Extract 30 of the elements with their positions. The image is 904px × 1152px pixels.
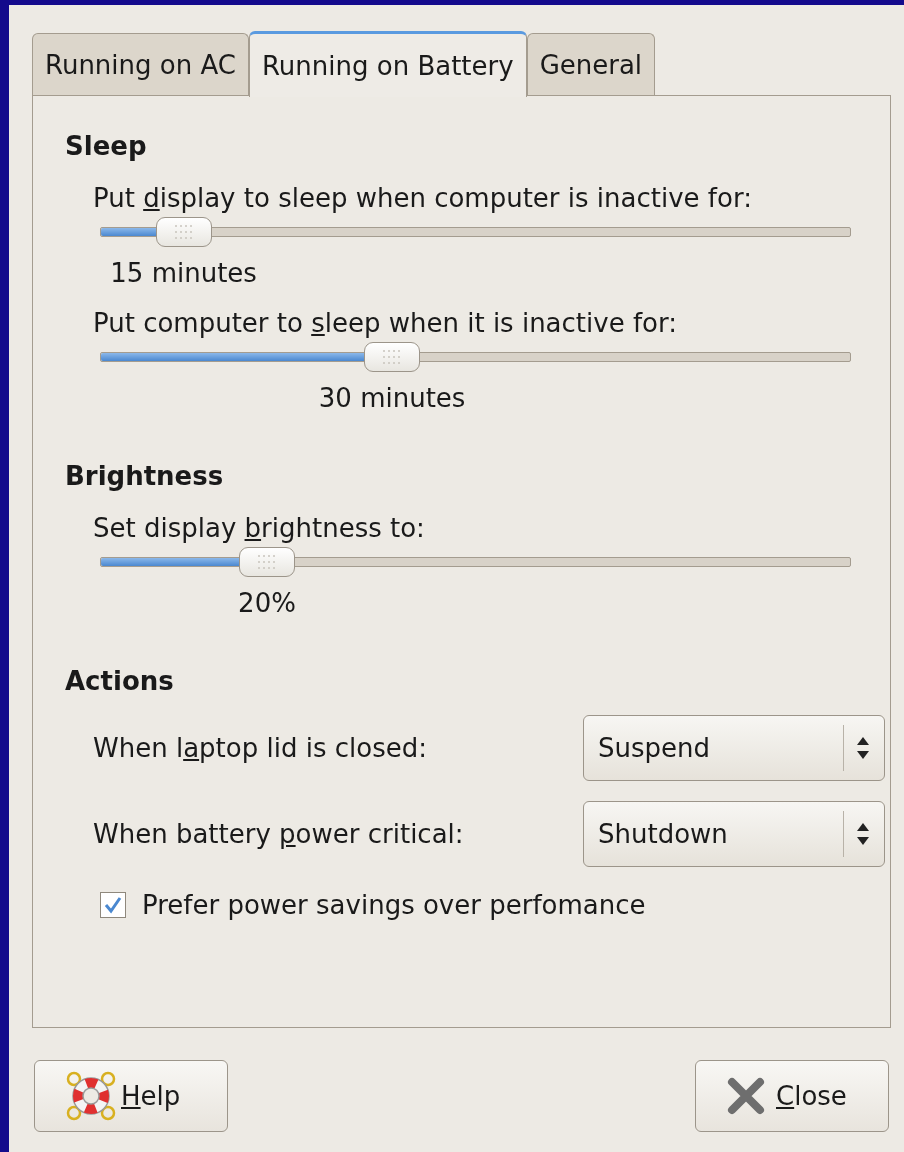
help-button[interactable]: Help bbox=[34, 1060, 228, 1132]
dropdown[interactable]: Suspend bbox=[583, 715, 885, 781]
slider-thumb[interactable] bbox=[239, 547, 295, 577]
slider-thumb[interactable] bbox=[155, 217, 212, 247]
close-button[interactable]: Close bbox=[695, 1060, 889, 1132]
up-down-arrow-icon bbox=[856, 735, 870, 761]
section-heading: Brightness bbox=[65, 460, 225, 493]
lifebuoy-icon bbox=[65, 1070, 117, 1122]
slider-value: 15 minutes bbox=[110, 257, 257, 290]
combo-label: When laptop lid is closed: bbox=[93, 732, 427, 765]
slider-label: Set display brightness to: bbox=[93, 513, 425, 543]
slider-value: 20% bbox=[238, 587, 296, 620]
checkbox[interactable] bbox=[100, 892, 126, 918]
tab[interactable]: General bbox=[526, 33, 656, 95]
up-down-arrow-icon bbox=[856, 821, 870, 847]
slider[interactable] bbox=[100, 546, 851, 578]
slider-label: Put computer to sleep when it is inactive for: bbox=[93, 308, 677, 338]
close-icon bbox=[726, 1076, 766, 1116]
dropdown[interactable]: Shutdown bbox=[583, 801, 885, 867]
slider[interactable] bbox=[100, 216, 851, 248]
tab[interactable]: Running on AC bbox=[32, 33, 249, 95]
checkbox-label: Prefer power savings over perfomance bbox=[142, 889, 646, 922]
slider-value: 30 minutes bbox=[318, 382, 466, 415]
slider-thumb[interactable] bbox=[364, 342, 421, 372]
section-heading: Sleep bbox=[65, 130, 148, 163]
slider-label: Put display to sleep when computer is inactive for: bbox=[93, 183, 752, 213]
slider[interactable] bbox=[100, 341, 851, 373]
section-heading: Actions bbox=[65, 665, 175, 698]
combo-label: When battery power critical: bbox=[93, 818, 464, 851]
tab[interactable]: Running on Battery bbox=[248, 31, 527, 97]
